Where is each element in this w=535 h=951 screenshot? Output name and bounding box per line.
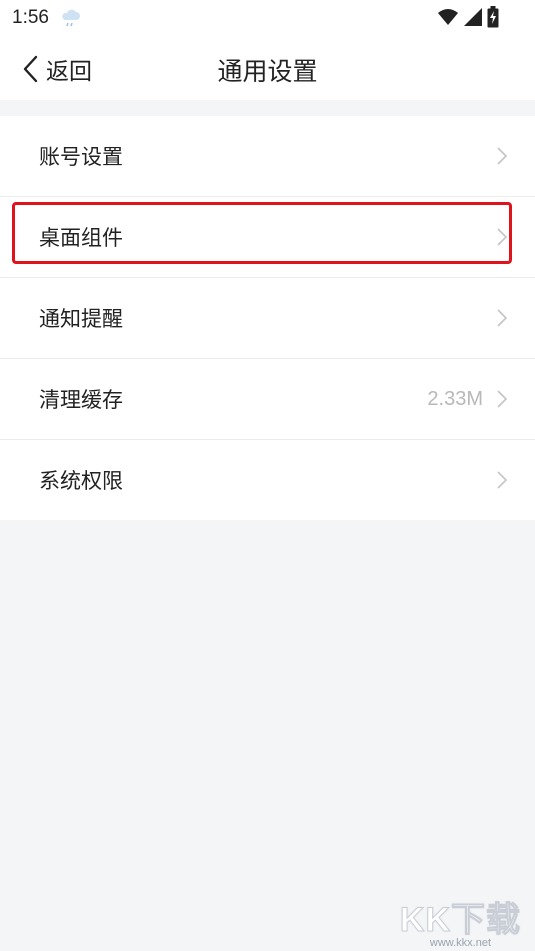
watermark-logo: KK下载 xyxy=(399,901,521,940)
status-time: 1:56 xyxy=(12,7,49,28)
settings-item-clear-cache[interactable]: 清理缓存 2.33M xyxy=(0,359,535,440)
chevron-right-icon xyxy=(497,309,507,327)
settings-item-label: 账号设置 xyxy=(39,145,123,169)
chevron-right-icon xyxy=(497,228,507,246)
battery-charging-icon xyxy=(487,6,499,32)
wifi-icon xyxy=(437,7,459,31)
status-bar: 1:56 xyxy=(0,0,535,38)
settings-item-notifications[interactable]: 通知提醒 xyxy=(0,278,535,359)
cache-size-value: 2.33M xyxy=(427,387,483,410)
settings-item-label: 桌面组件 xyxy=(39,226,123,250)
page-title: 通用设置 xyxy=(217,57,318,86)
status-icons xyxy=(437,6,499,32)
cloud-rain-icon xyxy=(60,9,82,33)
settings-item-desktop-widget[interactable]: 桌面组件 xyxy=(0,197,535,278)
chevron-right-icon xyxy=(497,147,507,165)
chevron-right-icon xyxy=(497,390,507,408)
chevron-right-icon xyxy=(497,471,507,489)
settings-item-label: 通知提醒 xyxy=(39,307,123,331)
settings-item-label: 系统权限 xyxy=(39,469,123,493)
watermark: KK下载 www.kkx.net xyxy=(399,892,521,950)
settings-item-account[interactable]: 账号设置 xyxy=(0,116,535,197)
nav-bar: 返回 通用设置 xyxy=(0,38,535,100)
signal-icon xyxy=(463,7,483,31)
settings-list: 账号设置 桌面组件 通知提醒 清理缓存 2.33M 系统权限 xyxy=(0,116,535,520)
settings-item-system-permissions[interactable]: 系统权限 xyxy=(0,440,535,520)
settings-item-label: 清理缓存 xyxy=(39,388,123,412)
